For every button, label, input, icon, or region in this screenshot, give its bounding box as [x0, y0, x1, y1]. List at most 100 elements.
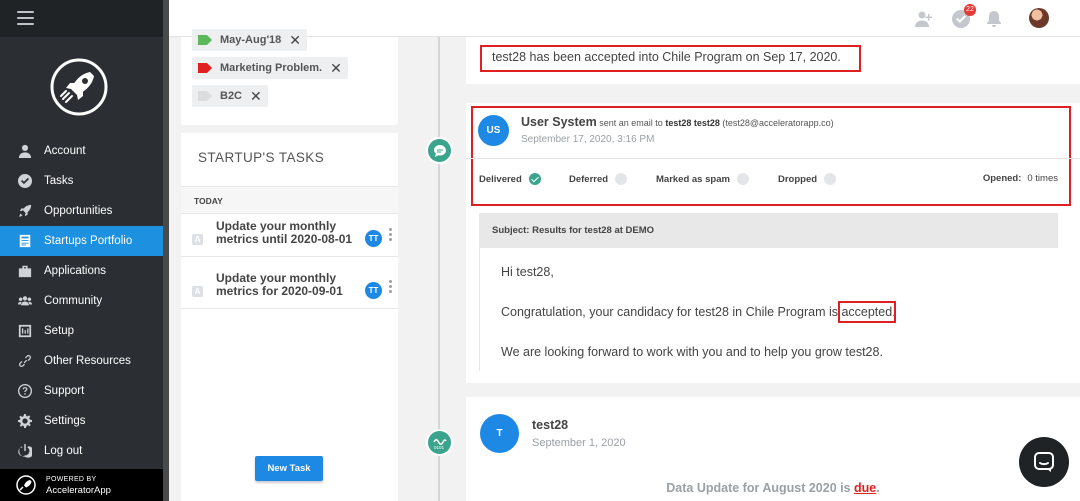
- tag-icon: [198, 91, 212, 101]
- email-subject: Subject: Results for test28 at DEMO: [479, 213, 1058, 248]
- assignee-avatar[interactable]: TT: [365, 230, 382, 247]
- assignee-avatar[interactable]: TT: [365, 282, 382, 299]
- sidebar-item-account[interactable]: Account: [0, 136, 163, 166]
- email-greeting: Hi test28,: [501, 265, 554, 279]
- community-icon: [17, 294, 32, 309]
- powered-by-label: POWERED BY: [46, 476, 97, 483]
- remove-tag-icon[interactable]: ✕: [289, 32, 301, 49]
- gear-icon: [17, 414, 32, 429]
- highlighted-word: accepted: [838, 301, 896, 323]
- sender-avatar[interactable]: US: [478, 115, 509, 146]
- tag-chip[interactable]: B2C ✕: [192, 85, 268, 107]
- email-closing: We are looking forward to work with you …: [501, 345, 883, 359]
- rocket-logo-icon[interactable]: [50, 58, 108, 116]
- email-text: Congratulation, your candidacy for test2…: [501, 305, 842, 319]
- recipient-name[interactable]: test28 test28: [665, 118, 720, 128]
- status-dot-icon: [824, 173, 837, 185]
- data-update-card: T test28 September 1, 2020 Data Update f…: [466, 397, 1080, 501]
- sliders-icon: [17, 324, 32, 339]
- sidebar-scrollbar[interactable]: [163, 0, 169, 501]
- email-date: September 17, 2020, 3:16 PM: [521, 134, 655, 145]
- tag-icon: [198, 63, 212, 73]
- svg-text:0101: 0101: [434, 445, 445, 450]
- tag-chip[interactable]: May-Aug'18 ✕: [192, 29, 308, 51]
- opened-value: 0 times: [1027, 173, 1058, 184]
- applications-icon: [17, 264, 32, 279]
- tag-icon: [198, 35, 212, 45]
- check-icon: [528, 173, 541, 185]
- portfolio-icon: [17, 234, 32, 249]
- status-dropped: Dropped: [778, 173, 837, 185]
- data-update-icon: 0101: [426, 429, 453, 456]
- acceptance-message: test28 has been accepted into Chile Prog…: [492, 50, 841, 64]
- acceptance-card: test28 has been accepted into Chile Prog…: [466, 37, 1080, 84]
- tasks-check-icon[interactable]: 22: [952, 4, 976, 28]
- sender-name[interactable]: User System: [521, 115, 597, 129]
- startup-name[interactable]: test28: [532, 418, 568, 432]
- sidebar-item-support[interactable]: Support: [0, 376, 163, 406]
- sidebar-item-log-out[interactable]: Log out: [0, 436, 163, 466]
- notification-badge: 22: [964, 4, 976, 16]
- sidebar-item-label: Support: [44, 385, 85, 397]
- sidebar-item-startups-portfolio[interactable]: Startups Portfolio: [0, 226, 163, 256]
- status-deferred: Deferred: [569, 173, 628, 185]
- sidebar-item-setup[interactable]: Setup: [0, 316, 163, 346]
- task-item[interactable]: A Update your monthly metrics for 2020-0…: [181, 267, 398, 309]
- recipient-email: (test28@acceleratorapp.co): [722, 118, 834, 128]
- sidebar-item-opportunities[interactable]: Opportunities: [0, 196, 163, 226]
- email-card: US User System sent an email to test28 t…: [466, 103, 1080, 383]
- sidebar-item-label: Community: [44, 295, 103, 307]
- chat-launcher-button[interactable]: [1019, 437, 1069, 487]
- opened-label: Opened:: [982, 173, 1022, 184]
- task-item[interactable]: A Update your monthly metrics until 2020…: [181, 215, 398, 257]
- data-update-message: Data Update for August 2020 is due.: [466, 481, 1080, 495]
- status-label: Deferred: [569, 173, 609, 185]
- avatar[interactable]: [1029, 8, 1049, 28]
- startup-avatar[interactable]: T: [480, 414, 519, 453]
- rocket-icon: [17, 204, 32, 219]
- sidebar-item-other-resources[interactable]: Other Resources: [0, 346, 163, 376]
- check-circle-icon: [17, 174, 32, 189]
- sidebar-item-community[interactable]: Community: [0, 286, 163, 316]
- email-event-icon: [426, 137, 453, 164]
- tag-label: Marketing Problem.: [220, 62, 323, 74]
- email-status-row: Delivered Deferred Marked as spam Droppe…: [466, 158, 1080, 198]
- bell-icon[interactable]: [985, 10, 1003, 28]
- sidebar-item-settings[interactable]: Settings: [0, 406, 163, 436]
- link-icon: [17, 354, 32, 369]
- powered-by-footer[interactable]: POWERED BY AcceleratorApp: [0, 469, 163, 501]
- update-date: September 1, 2020: [532, 437, 626, 449]
- tag-chip[interactable]: Marketing Problem. ✕: [192, 57, 348, 79]
- sidebar-item-label: Setup: [44, 325, 75, 337]
- power-icon: [17, 444, 32, 459]
- status-label: Delivered: [479, 173, 522, 185]
- remove-tag-icon[interactable]: ✕: [330, 60, 342, 77]
- more-options-icon[interactable]: [389, 280, 392, 295]
- startup-tasks-card: STARTUP'S TASKS TODAY A Update your mont…: [181, 133, 398, 501]
- task-type-badge: A: [192, 234, 203, 245]
- status-dot-icon: [615, 173, 628, 185]
- data-update-text: Data Update for August 2020 is: [666, 481, 855, 495]
- sidebar-item-tasks[interactable]: Tasks: [0, 166, 163, 196]
- email-body: Hi test28, Congratulation, your candidac…: [479, 248, 1058, 371]
- sidebar-item-label: Opportunities: [44, 205, 113, 217]
- add-user-icon[interactable]: [915, 10, 933, 28]
- sidebar-item-applications[interactable]: Applications: [0, 256, 163, 286]
- chat-icon: [1034, 452, 1054, 472]
- status-delivered: Delivered: [479, 173, 541, 185]
- remove-tag-icon[interactable]: ✕: [250, 88, 262, 105]
- hamburger-menu-icon[interactable]: [17, 11, 34, 25]
- email-sender-line: User System sent an email to test28 test…: [521, 115, 834, 129]
- email-paragraph: Congratulation, your candidacy for test2…: [501, 301, 896, 323]
- data-update-suffix: .: [876, 481, 880, 495]
- new-task-button[interactable]: New Task: [255, 456, 323, 481]
- tasks-section-today: TODAY: [181, 186, 398, 214]
- sidebar-item-label: Startups Portfolio: [44, 235, 133, 247]
- sidebar-nav: Account Tasks Opportunities Startups Por…: [0, 136, 163, 466]
- task-text[interactable]: Update your monthly metrics until 2020-0…: [216, 220, 358, 246]
- more-options-icon[interactable]: [389, 228, 392, 243]
- left-panel: May-Aug'18 ✕ Marketing Problem. ✕ B2C ✕ …: [181, 29, 398, 501]
- status-dot-icon: [736, 173, 749, 185]
- due-link[interactable]: due: [854, 481, 876, 495]
- task-text[interactable]: Update your monthly metrics for 2020-09-…: [216, 272, 358, 298]
